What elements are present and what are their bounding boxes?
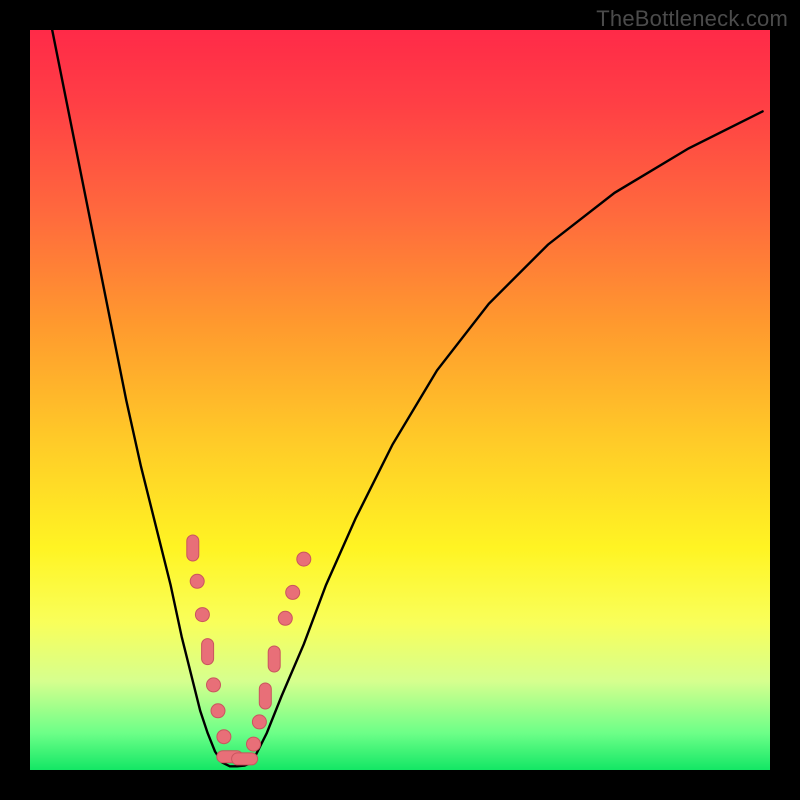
data-marker xyxy=(202,639,214,665)
data-marker xyxy=(211,704,225,718)
data-marker xyxy=(259,683,271,709)
chart-frame: TheBottleneck.com xyxy=(0,0,800,800)
watermark-text: TheBottleneck.com xyxy=(596,6,788,32)
data-marker xyxy=(217,730,231,744)
data-marker xyxy=(187,535,199,561)
marker-layer xyxy=(187,535,311,765)
data-marker xyxy=(207,678,221,692)
data-marker xyxy=(190,574,204,588)
data-marker xyxy=(286,585,300,599)
data-marker xyxy=(232,753,258,765)
data-marker xyxy=(195,608,209,622)
data-marker xyxy=(297,552,311,566)
bottleneck-curve xyxy=(52,30,762,766)
plot-area xyxy=(30,30,770,770)
data-marker xyxy=(252,715,266,729)
data-marker xyxy=(268,646,280,672)
data-marker xyxy=(247,737,261,751)
data-marker xyxy=(278,611,292,625)
chart-svg xyxy=(30,30,770,770)
